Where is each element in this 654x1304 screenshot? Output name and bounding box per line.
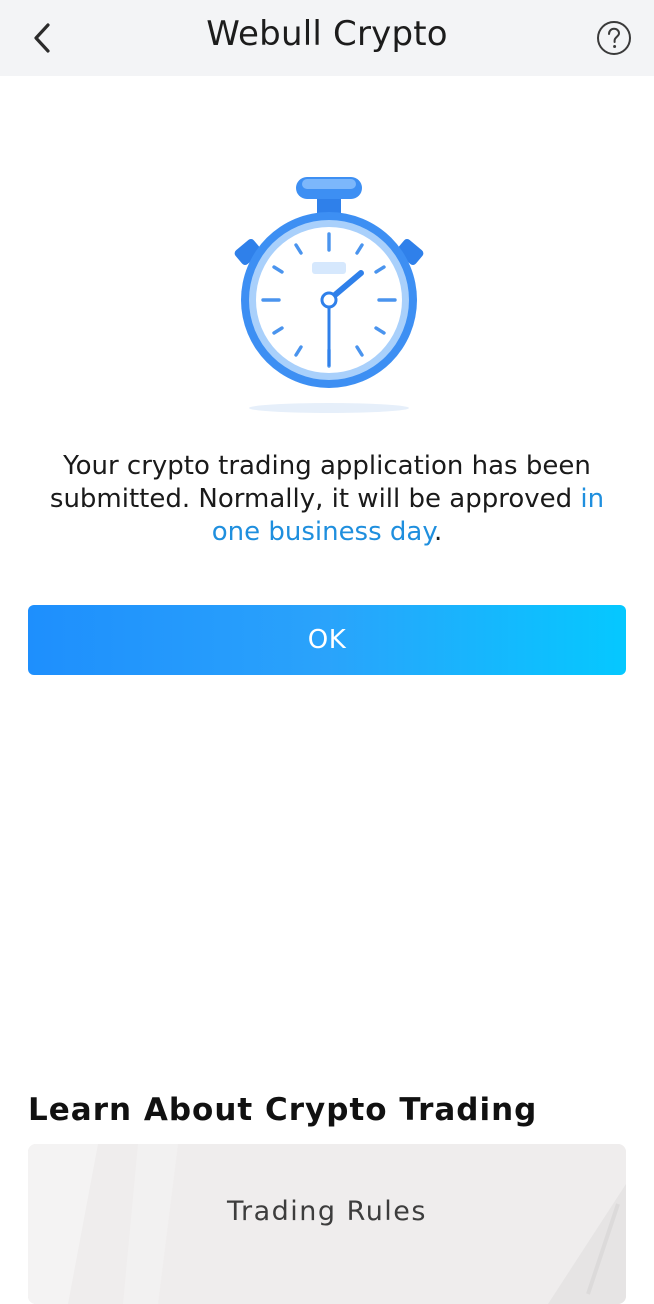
- message-text: Your crypto trading application has been…: [49, 451, 591, 514]
- help-button[interactable]: [596, 20, 632, 56]
- stopwatch-illustration: [224, 170, 434, 420]
- submission-message: Your crypto trading application has been…: [40, 450, 614, 549]
- learn-section-title: Learn About Crypto Trading: [28, 1092, 538, 1128]
- ok-button[interactable]: OK: [28, 605, 626, 675]
- message-period: .: [434, 517, 443, 547]
- card-label: Trading Rules: [227, 1196, 427, 1227]
- top-nav-bar: Webull Crypto: [0, 0, 654, 76]
- stopwatch-icon: [234, 177, 424, 413]
- trading-rules-card[interactable]: Trading Rules: [28, 1144, 626, 1304]
- page-title: Webull Crypto: [206, 14, 448, 54]
- question-circle-icon: [597, 21, 631, 55]
